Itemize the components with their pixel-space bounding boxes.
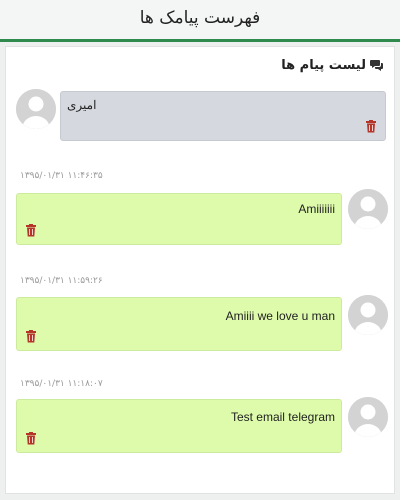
user-avatar-icon [16, 89, 56, 129]
trash-icon [26, 224, 36, 237]
message-text: Amiiiiiii [298, 202, 335, 216]
page-title: فهرست پیامک ها [139, 8, 261, 28]
delete-message-button[interactable] [25, 432, 37, 445]
message-timestamp: ۱۳۹۵/۰۱/۳۱ ۱۱:۱۸:۰۷ [20, 379, 103, 389]
page-header: فهرست پیامک ها [0, 0, 400, 42]
delete-message-button[interactable] [25, 224, 37, 237]
comments-icon [370, 60, 383, 71]
message-text: Test email telegram [230, 410, 335, 424]
avatar [348, 189, 388, 229]
message-bubble-incoming[interactable]: امیری [60, 91, 386, 141]
user-avatar-icon [348, 189, 388, 229]
message-bubble-outgoing[interactable]: Test email telegram [16, 399, 342, 453]
messages-panel: لیست پیام ها امیری ۱۳۹۵/۰۱/۳۱ ۱۱:۴۶:۳۵ A… [5, 46, 395, 494]
avatar [348, 295, 388, 335]
delete-message-button[interactable] [25, 330, 37, 343]
user-avatar-icon [348, 397, 388, 437]
trash-icon [26, 330, 36, 343]
message-bubble-outgoing[interactable]: Amiiii we love u man [16, 297, 342, 351]
user-avatar-icon [348, 295, 388, 335]
avatar [16, 89, 56, 129]
panel-heading-label: لیست پیام ها [281, 57, 366, 73]
message-text: Amiiii we love u man [225, 309, 335, 323]
message-text: امیری [67, 98, 97, 112]
avatar [348, 397, 388, 437]
panel-heading: لیست پیام ها [281, 55, 384, 75]
message-bubble-outgoing[interactable]: Amiiiiiii [16, 193, 342, 245]
trash-icon [366, 120, 376, 133]
delete-message-button[interactable] [365, 120, 377, 133]
message-timestamp: ۱۳۹۵/۰۱/۳۱ ۱۱:۴۶:۳۵ [20, 171, 103, 181]
message-timestamp: ۱۳۹۵/۰۱/۳۱ ۱۱:۵۹:۲۶ [20, 276, 103, 286]
trash-icon [26, 432, 36, 445]
